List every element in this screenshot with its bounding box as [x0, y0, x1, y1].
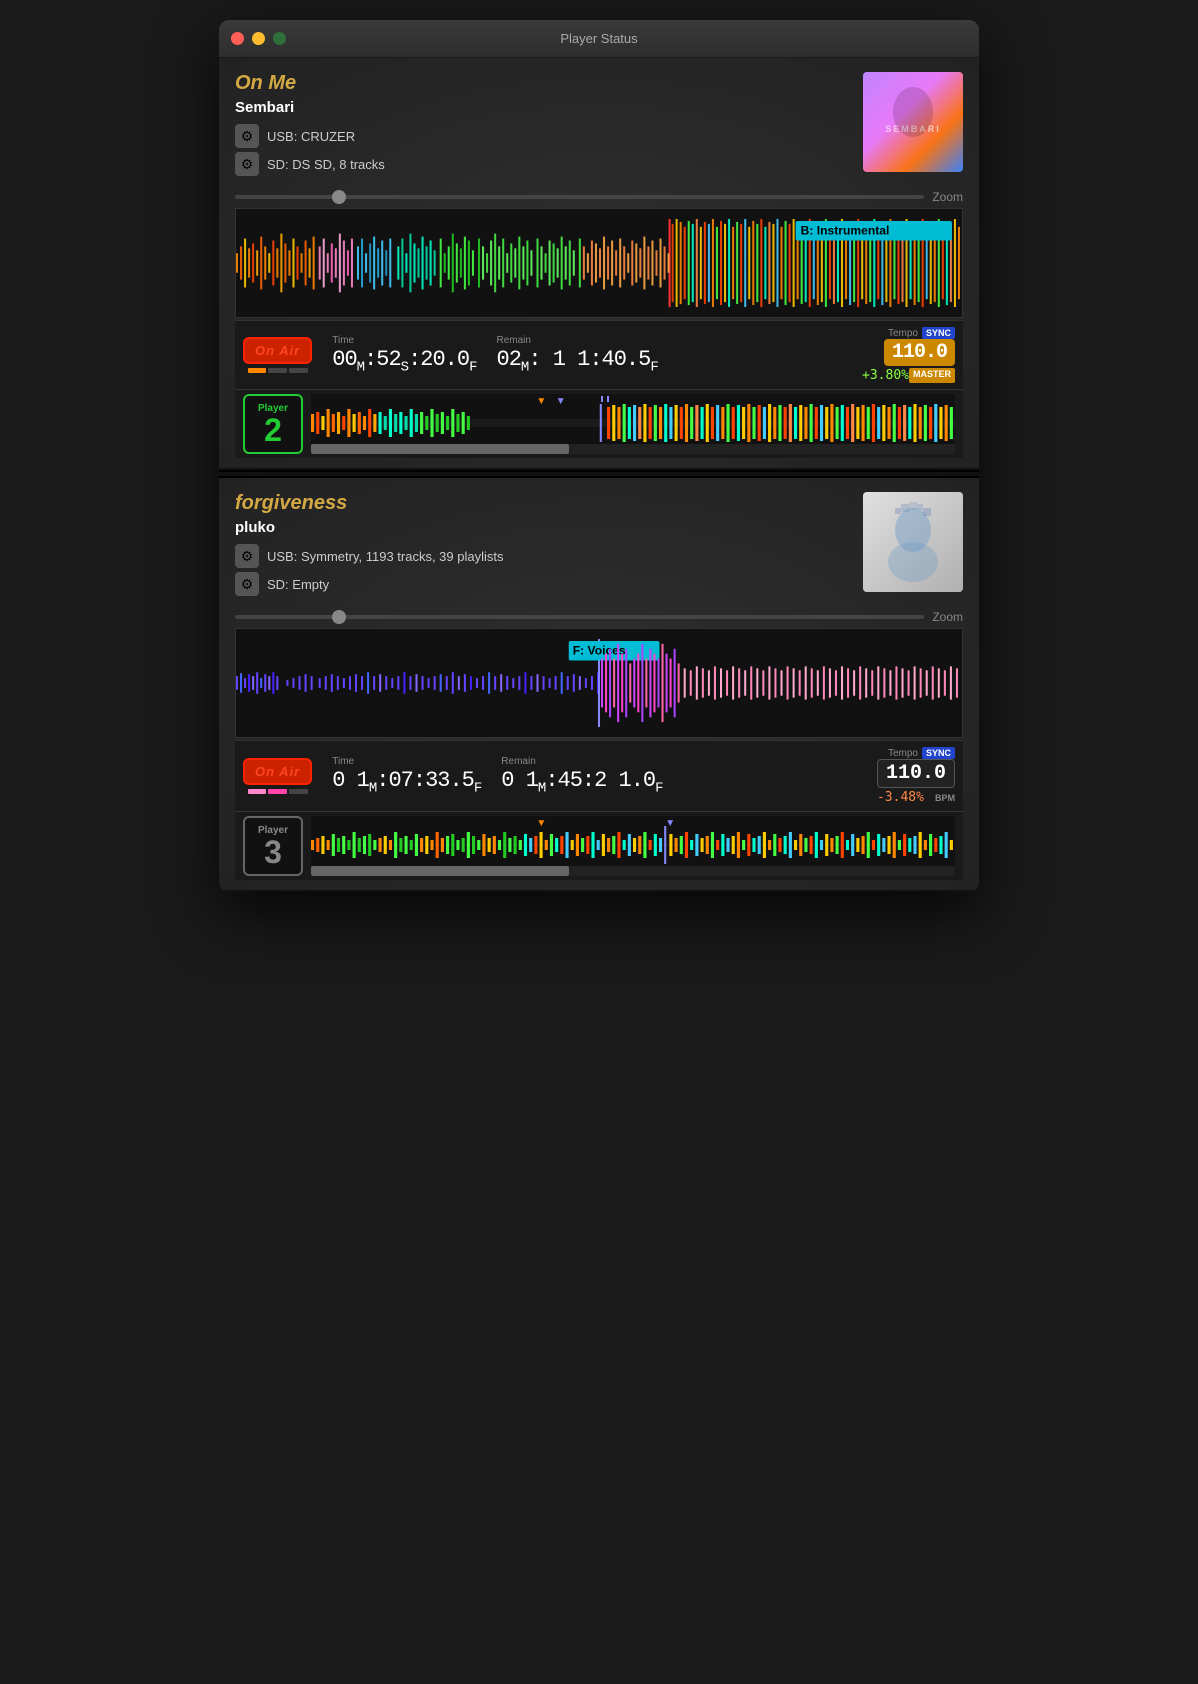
player1-zoom-bar: Zoom	[235, 190, 963, 204]
player1-waveform[interactable]: B: Instrumental	[235, 208, 963, 318]
player2-album-art	[863, 492, 963, 592]
player1-zoom-thumb[interactable]	[332, 190, 346, 204]
player2-time-label: Time	[332, 756, 481, 767]
player2-mini-waveform[interactable]: ▼ ▼	[311, 816, 955, 876]
player1-on-air-button[interactable]: On Air	[243, 337, 312, 364]
player2-time-display: Time 0 1M:07:33.5F	[332, 756, 481, 796]
player2-gear-sd-icon: ⚙	[235, 572, 259, 596]
player1-sd-label: SD: DS SD, 8 tracks	[267, 157, 385, 172]
player2-pitch-value: -3.48%	[877, 790, 924, 805]
player2-tempo-label: Tempo	[888, 748, 918, 759]
player1-bpm-display: 110.0	[884, 339, 955, 366]
player2-remain-label: Remain	[501, 756, 662, 767]
player2-zoom-bar: Zoom	[235, 610, 963, 624]
player1-gear-usb-icon: ⚙	[235, 124, 259, 148]
player1-cue-label: B: Instrumental	[801, 224, 890, 238]
window-title: Player Status	[560, 31, 637, 46]
player2-remain-value: 0 1M:45:2 1.0F	[501, 768, 662, 796]
section-divider	[219, 470, 979, 478]
player1-track-info: On Me Sembari ⚙ USB: CRUZER ⚙ SD: DS SD,…	[235, 72, 863, 180]
player1-scrollbar-thumb[interactable]	[311, 444, 569, 454]
player1-tempo-section: Tempo SYNC 110.0 +3.80% MASTER	[862, 327, 955, 383]
player1-bpm-value: 110.0	[892, 341, 947, 364]
player1-track-title: On Me	[235, 72, 863, 95]
player1-usb-label: USB: CRUZER	[267, 129, 355, 144]
player1-waveform-svg: B: Instrumental	[236, 219, 962, 307]
player1-mini-waveform[interactable]: ▼ ▼ // Draw via JS below	[311, 394, 955, 454]
player2-number-badge: Player 3	[243, 816, 303, 876]
player2-waveform[interactable]: F: Voices	[235, 628, 963, 738]
player2-tempo-section: Tempo SYNC 110.0 -3.48% BPM	[877, 747, 955, 805]
player2-zoom-slider[interactable]	[235, 615, 924, 619]
player2-artist: pluko	[235, 519, 863, 536]
traffic-lights	[231, 32, 286, 45]
player1-time-value: 00M:52S:20.0F	[332, 347, 476, 375]
player1-time-display: Time 00M:52S:20.0F	[332, 335, 476, 375]
player2-usb-label: USB: Symmetry, 1193 tracks, 39 playlists	[267, 549, 503, 564]
player1-zoom-slider[interactable]	[235, 195, 924, 199]
player1-remain-label: Remain	[497, 335, 658, 346]
player2-sync-badge: SYNC	[922, 747, 955, 759]
player2-remain-display: Remain 0 1M:45:2 1.0F	[501, 756, 662, 796]
player2-scrollbar[interactable]	[311, 866, 955, 876]
player2-on-air-button[interactable]: On Air	[243, 758, 312, 785]
player1-sync-badge: SYNC	[922, 327, 955, 339]
player2-time-value: 0 1M:07:33.5F	[332, 768, 481, 796]
player1-zoom-label: Zoom	[932, 190, 963, 204]
player2-badge-num: 3	[264, 836, 282, 868]
player2-source-usb: ⚙ USB: Symmetry, 1193 tracks, 39 playlis…	[235, 544, 863, 568]
player2-bpm-display: 110.0	[877, 759, 955, 788]
player2-scrollbar-thumb[interactable]	[311, 866, 569, 876]
player2-track-title: forgiveness	[235, 492, 863, 515]
titlebar: Player Status	[219, 20, 979, 58]
player2-track-info: forgiveness pluko ⚙ USB: Symmetry, 1193 …	[235, 492, 863, 600]
player1-pitch-value: +3.80%	[862, 368, 909, 383]
player1-scrollbar[interactable]	[311, 444, 955, 454]
player1-header: On Me Sembari ⚙ USB: CRUZER ⚙ SD: DS SD,…	[235, 72, 963, 180]
minimize-button[interactable]	[252, 32, 265, 45]
player1-gear-sd-icon: ⚙	[235, 152, 259, 176]
player2-section: forgiveness pluko ⚙ USB: Symmetry, 1193 …	[219, 478, 979, 892]
player2-header: forgiveness pluko ⚙ USB: Symmetry, 1193 …	[235, 492, 963, 600]
player1-number-badge: Player 2	[243, 394, 303, 454]
player1-controls-bar: On Air Time 00M:52S:20.0F	[235, 320, 963, 389]
player2-source-sd: ⚙ SD: Empty	[235, 572, 863, 596]
player2-bpm-label: BPM	[935, 793, 955, 803]
maximize-button[interactable]	[273, 32, 286, 45]
player1-badge-num: 2	[264, 414, 282, 446]
player1-remain-value: 02M: 1 1:40.5F	[497, 347, 658, 375]
player2-bpm-value: 110.0	[886, 762, 946, 785]
player1-source-usb: ⚙ USB: CRUZER	[235, 124, 863, 148]
main-window: Player Status On Me Sembari ⚙ USB: CRUZE…	[219, 20, 979, 892]
player1-master-badge: MASTER	[909, 368, 955, 383]
player1-badge-row: Player 2 ▼ ▼ // Draw via JS below	[235, 389, 963, 458]
player1-artist: Sembari	[235, 99, 863, 116]
player1-album-art: SEMBARI	[863, 72, 963, 172]
player1-remain-display: Remain 02M: 1 1:40.5F	[497, 335, 658, 375]
player2-gear-usb-icon: ⚙	[235, 544, 259, 568]
player2-waveform-svg: F: Voices	[236, 639, 962, 727]
player1-section: On Me Sembari ⚙ USB: CRUZER ⚙ SD: DS SD,…	[219, 58, 979, 470]
player1-time-label: Time	[332, 335, 476, 346]
player2-badge-row: Player 3 ▼ ▼	[235, 811, 963, 880]
player1-source-sd: ⚙ SD: DS SD, 8 tracks	[235, 152, 863, 176]
player2-controls-bar: On Air Time 0 1M:07:33.5F	[235, 740, 963, 811]
close-button[interactable]	[231, 32, 244, 45]
player2-zoom-thumb[interactable]	[332, 610, 346, 624]
player2-sd-label: SD: Empty	[267, 577, 329, 592]
content-area: On Me Sembari ⚙ USB: CRUZER ⚙ SD: DS SD,…	[219, 58, 979, 892]
player1-tempo-label: Tempo	[888, 328, 918, 339]
player2-zoom-label: Zoom	[932, 610, 963, 624]
